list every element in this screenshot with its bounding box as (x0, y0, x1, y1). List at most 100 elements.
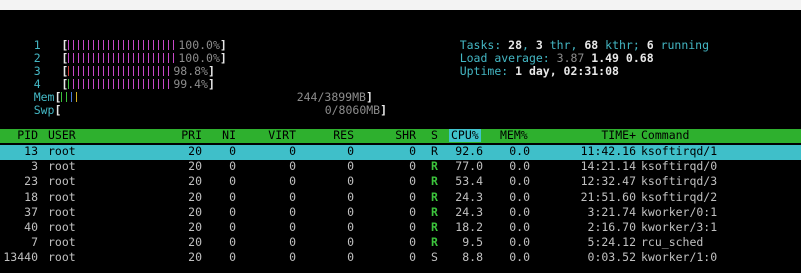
swap-meter: Swp[ (33, 103, 62, 117)
process-state: S (431, 250, 438, 265)
cpu-bar-tick (118, 79, 120, 89)
column-virt[interactable]: VIRT (252, 129, 296, 142)
process-nice: 0 (229, 144, 236, 158)
process-time: 0:03.52 (587, 250, 636, 265)
process-virt: 0 (289, 219, 296, 234)
column-ni[interactable]: NI (208, 129, 236, 142)
process-row[interactable]: 37 root 20 0 0 0 0 R 24.3 0.0 3:21.74 kworker/0:1 (0, 204, 801, 221)
process-nice: 0 (229, 174, 236, 189)
process-pid: 13 (24, 144, 38, 158)
process-priority: 20 (188, 189, 202, 204)
process-row[interactable]: 18 root 20 0 0 0 0 R 24.3 0.0 21:51.60 ksoftirqd/2 (0, 189, 801, 206)
column-mem-percent[interactable]: MEM% (500, 129, 528, 142)
process-cpu-percent: 92.6 (455, 144, 483, 158)
process-row[interactable]: 23 root 20 0 0 0 0 R 53.4 0.0 12:32.47 ksoftirqd/3 (0, 175, 801, 190)
mem-bar-tick (71, 92, 73, 102)
process-cpu-percent: 53.4 (455, 174, 483, 189)
process-shr: 0 (409, 189, 416, 204)
process-command: rcu_sched (641, 235, 704, 250)
process-row[interactable]: 7 root 20 0 0 0 0 R 9.5 0.0 5:24.12 rcu_sched (0, 236, 801, 251)
process-res: 0 (347, 144, 354, 158)
process-virt: 0 (289, 235, 296, 250)
process-shr: 0 (409, 159, 416, 174)
process-pid: 18 (24, 189, 38, 204)
process-pid: 37 (24, 204, 38, 219)
process-res: 0 (347, 174, 354, 189)
process-user: root (48, 250, 76, 265)
process-command: ksoftirqd/3 (641, 174, 718, 189)
process-mem-percent: 0.0 (509, 144, 530, 158)
process-mem-percent: 0.0 (509, 250, 530, 265)
process-res: 0 (347, 159, 354, 174)
column-pid[interactable]: PID (10, 129, 38, 142)
process-row[interactable]: 13440 root 20 0 0 0 0 S 8.8 0.0 0:03.52 kworker/1:0 (0, 251, 801, 266)
process-cpu-percent: 24.3 (455, 204, 483, 219)
process-row[interactable]: 40 root 20 0 0 0 0 R 18.2 0.0 2:16.70 kworker/3:1 (0, 219, 801, 236)
process-user: root (48, 159, 76, 174)
swap-value: 0/8060MB (324, 103, 381, 117)
column-shr[interactable]: SHR (382, 129, 416, 142)
process-virt: 0 (289, 189, 296, 204)
process-table-header: PID USER PRI NI VIRT RES SHR S CPU% MEM%… (0, 129, 801, 143)
cpu-bar-tick (123, 79, 125, 89)
cpu-bar-tick (103, 79, 105, 89)
process-cpu-percent: 9.5 (462, 235, 483, 250)
cpu-bar-tick (138, 79, 140, 89)
process-time: 11:42.16 (580, 144, 636, 158)
process-pid: 7 (31, 235, 38, 250)
process-time: 21:51.60 (580, 189, 636, 204)
cpu-bar-tick (163, 79, 165, 89)
cpu-bar-tick (153, 79, 155, 89)
process-res: 0 (347, 250, 354, 265)
process-user: root (48, 174, 76, 189)
process-virt: 0 (289, 250, 296, 265)
process-res: 0 (347, 189, 354, 204)
process-row[interactable]: 3 root 20 0 0 0 0 R 77.0 0.0 14:21.14 ksoftirqd/0 (0, 160, 801, 175)
process-pid: 13440 (3, 250, 38, 265)
uptime-value: 1 day, 02:31:08 (515, 64, 619, 78)
swap-label: Swp (33, 103, 55, 117)
process-user: root (48, 235, 76, 250)
process-priority: 20 (188, 204, 202, 219)
process-nice: 0 (229, 235, 236, 250)
process-cpu-percent: 24.3 (455, 189, 483, 204)
column-res[interactable]: RES (314, 129, 354, 142)
process-shr: 0 (409, 204, 416, 219)
process-command: ksoftirqd/2 (641, 189, 718, 204)
process-shr: 0 (409, 174, 416, 189)
process-nice: 0 (229, 219, 236, 234)
cpu-bar-tick (83, 79, 85, 89)
cpu-bar-tick (88, 79, 90, 89)
column-command[interactable]: Command (641, 129, 689, 142)
process-state: R (431, 174, 438, 189)
process-state: R (431, 144, 438, 158)
cpu-bar-tick (148, 79, 150, 89)
process-virt: 0 (289, 159, 296, 174)
process-pid: 40 (24, 219, 38, 234)
column-pri[interactable]: PRI (166, 129, 202, 142)
process-shr: 0 (409, 144, 416, 158)
process-pid: 3 (31, 159, 38, 174)
process-nice: 0 (229, 250, 236, 265)
process-nice: 0 (229, 189, 236, 204)
column-cpu-percent[interactable]: CPU% (449, 129, 481, 142)
process-shr: 0 (409, 219, 416, 234)
process-state: R (431, 219, 438, 234)
process-state: R (431, 189, 438, 204)
process-nice: 0 (229, 204, 236, 219)
mem-bar-tick (61, 92, 63, 102)
process-priority: 20 (188, 250, 202, 265)
cpu-bar-tick (113, 79, 115, 89)
process-virt: 0 (289, 144, 296, 158)
cpu-bar-tick (108, 79, 110, 89)
column-state[interactable]: S (431, 129, 438, 142)
process-mem-percent: 0.0 (509, 189, 530, 204)
process-row[interactable]: 13 root 20 0 0 0 0 R 92.6 0.0 11:42.16 ksoftirqd/1 (0, 144, 801, 161)
process-virt: 0 (289, 174, 296, 189)
process-shr: 0 (409, 235, 416, 250)
column-user[interactable]: USER (48, 129, 76, 142)
column-time[interactable]: TIME+ (566, 129, 636, 142)
uptime-line: Uptime: 1 day, 02:31:08 (459, 64, 619, 78)
process-mem-percent: 0.0 (509, 235, 530, 250)
process-command: kworker/3:1 (641, 219, 718, 234)
